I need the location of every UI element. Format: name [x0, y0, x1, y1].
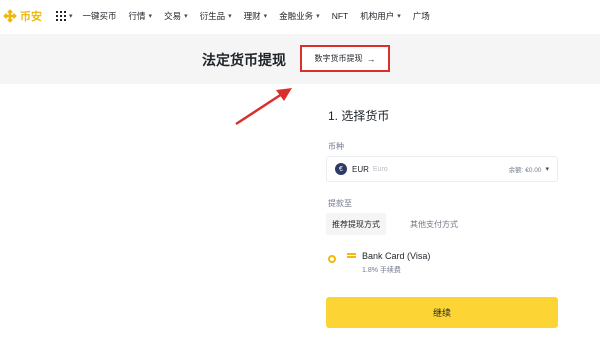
- chevron-down-icon: ▾: [148, 13, 153, 20]
- continue-button[interactable]: 继续: [326, 297, 558, 328]
- binance-logo-icon: [3, 9, 17, 23]
- nav-item-earn[interactable]: 理财 ▾: [244, 10, 268, 22]
- method-name[interactable]: Bank Card (Visa): [362, 251, 430, 261]
- page-title: 法定货币提现: [202, 52, 286, 68]
- tab-other-methods[interactable]: 其他支付方式: [402, 213, 466, 235]
- nav-item-markets[interactable]: 行情 ▾: [129, 10, 153, 22]
- method-label: 提款至: [328, 199, 352, 208]
- nav-item-derivatives[interactable]: 衍生品 ▾: [200, 10, 232, 22]
- chevron-down-icon: ▾: [69, 13, 73, 20]
- nav-item-nft[interactable]: NFT: [332, 11, 349, 21]
- currency-name: Euro: [372, 165, 388, 173]
- main-nav: 一键买币 行情 ▾ 交易 ▾ 衍生品 ▾ 理财 ▾ 金融业务 ▾ NFT 机构用户 ▾ 广场: [83, 10, 442, 22]
- chevron-down-icon: ▾: [316, 13, 320, 20]
- nav-item-institutional[interactable]: 机构用户 ▾: [360, 10, 401, 22]
- nav-item-square[interactable]: 广场: [413, 10, 430, 22]
- currency-code: EUR: [352, 164, 369, 174]
- chevron-down-icon: ▾: [397, 13, 401, 20]
- apps-grid-icon[interactable]: [56, 11, 66, 21]
- logo-text: 币安: [20, 11, 42, 23]
- step-title: 1. 选择货币: [328, 109, 390, 123]
- currency-select[interactable]: € EUR Euro 余额: €0.00 ▾: [326, 156, 558, 182]
- method-radio[interactable]: [328, 255, 336, 263]
- arrow-right-icon: →: [366, 53, 376, 64]
- crypto-withdraw-label: 数字货币提现: [314, 54, 363, 63]
- chevron-down-icon: ▾: [228, 13, 232, 20]
- currency-balance: 余额: €0.00: [508, 167, 542, 174]
- logo[interactable]: 币安: [3, 8, 42, 24]
- chevron-down-icon: ▾: [545, 166, 549, 173]
- currency-label: 币种: [328, 142, 344, 151]
- nav-item-buy-crypto[interactable]: 一键买币: [83, 10, 117, 22]
- bank-card-icon: [347, 253, 356, 260]
- annotation-arrow-icon: [235, 88, 292, 126]
- top-navbar: 币安 ▾ 一键买币 行情 ▾ 交易 ▾ 衍生品 ▾ 理财 ▾ 金融业务 ▾ NFT 机构用…: [0, 0, 600, 32]
- nav-item-finance[interactable]: 金融业务 ▾: [279, 10, 320, 22]
- crypto-withdraw-button[interactable]: 数字货币提现 →: [300, 45, 390, 72]
- method-fee: 1.8% 手续费: [362, 267, 401, 274]
- chevron-down-icon: ▾: [184, 13, 188, 20]
- tab-recommended[interactable]: 推荐提现方式: [326, 213, 386, 235]
- chevron-down-icon: ▾: [263, 13, 268, 20]
- nav-item-trade[interactable]: 交易 ▾: [164, 10, 188, 22]
- euro-icon: €: [335, 163, 347, 175]
